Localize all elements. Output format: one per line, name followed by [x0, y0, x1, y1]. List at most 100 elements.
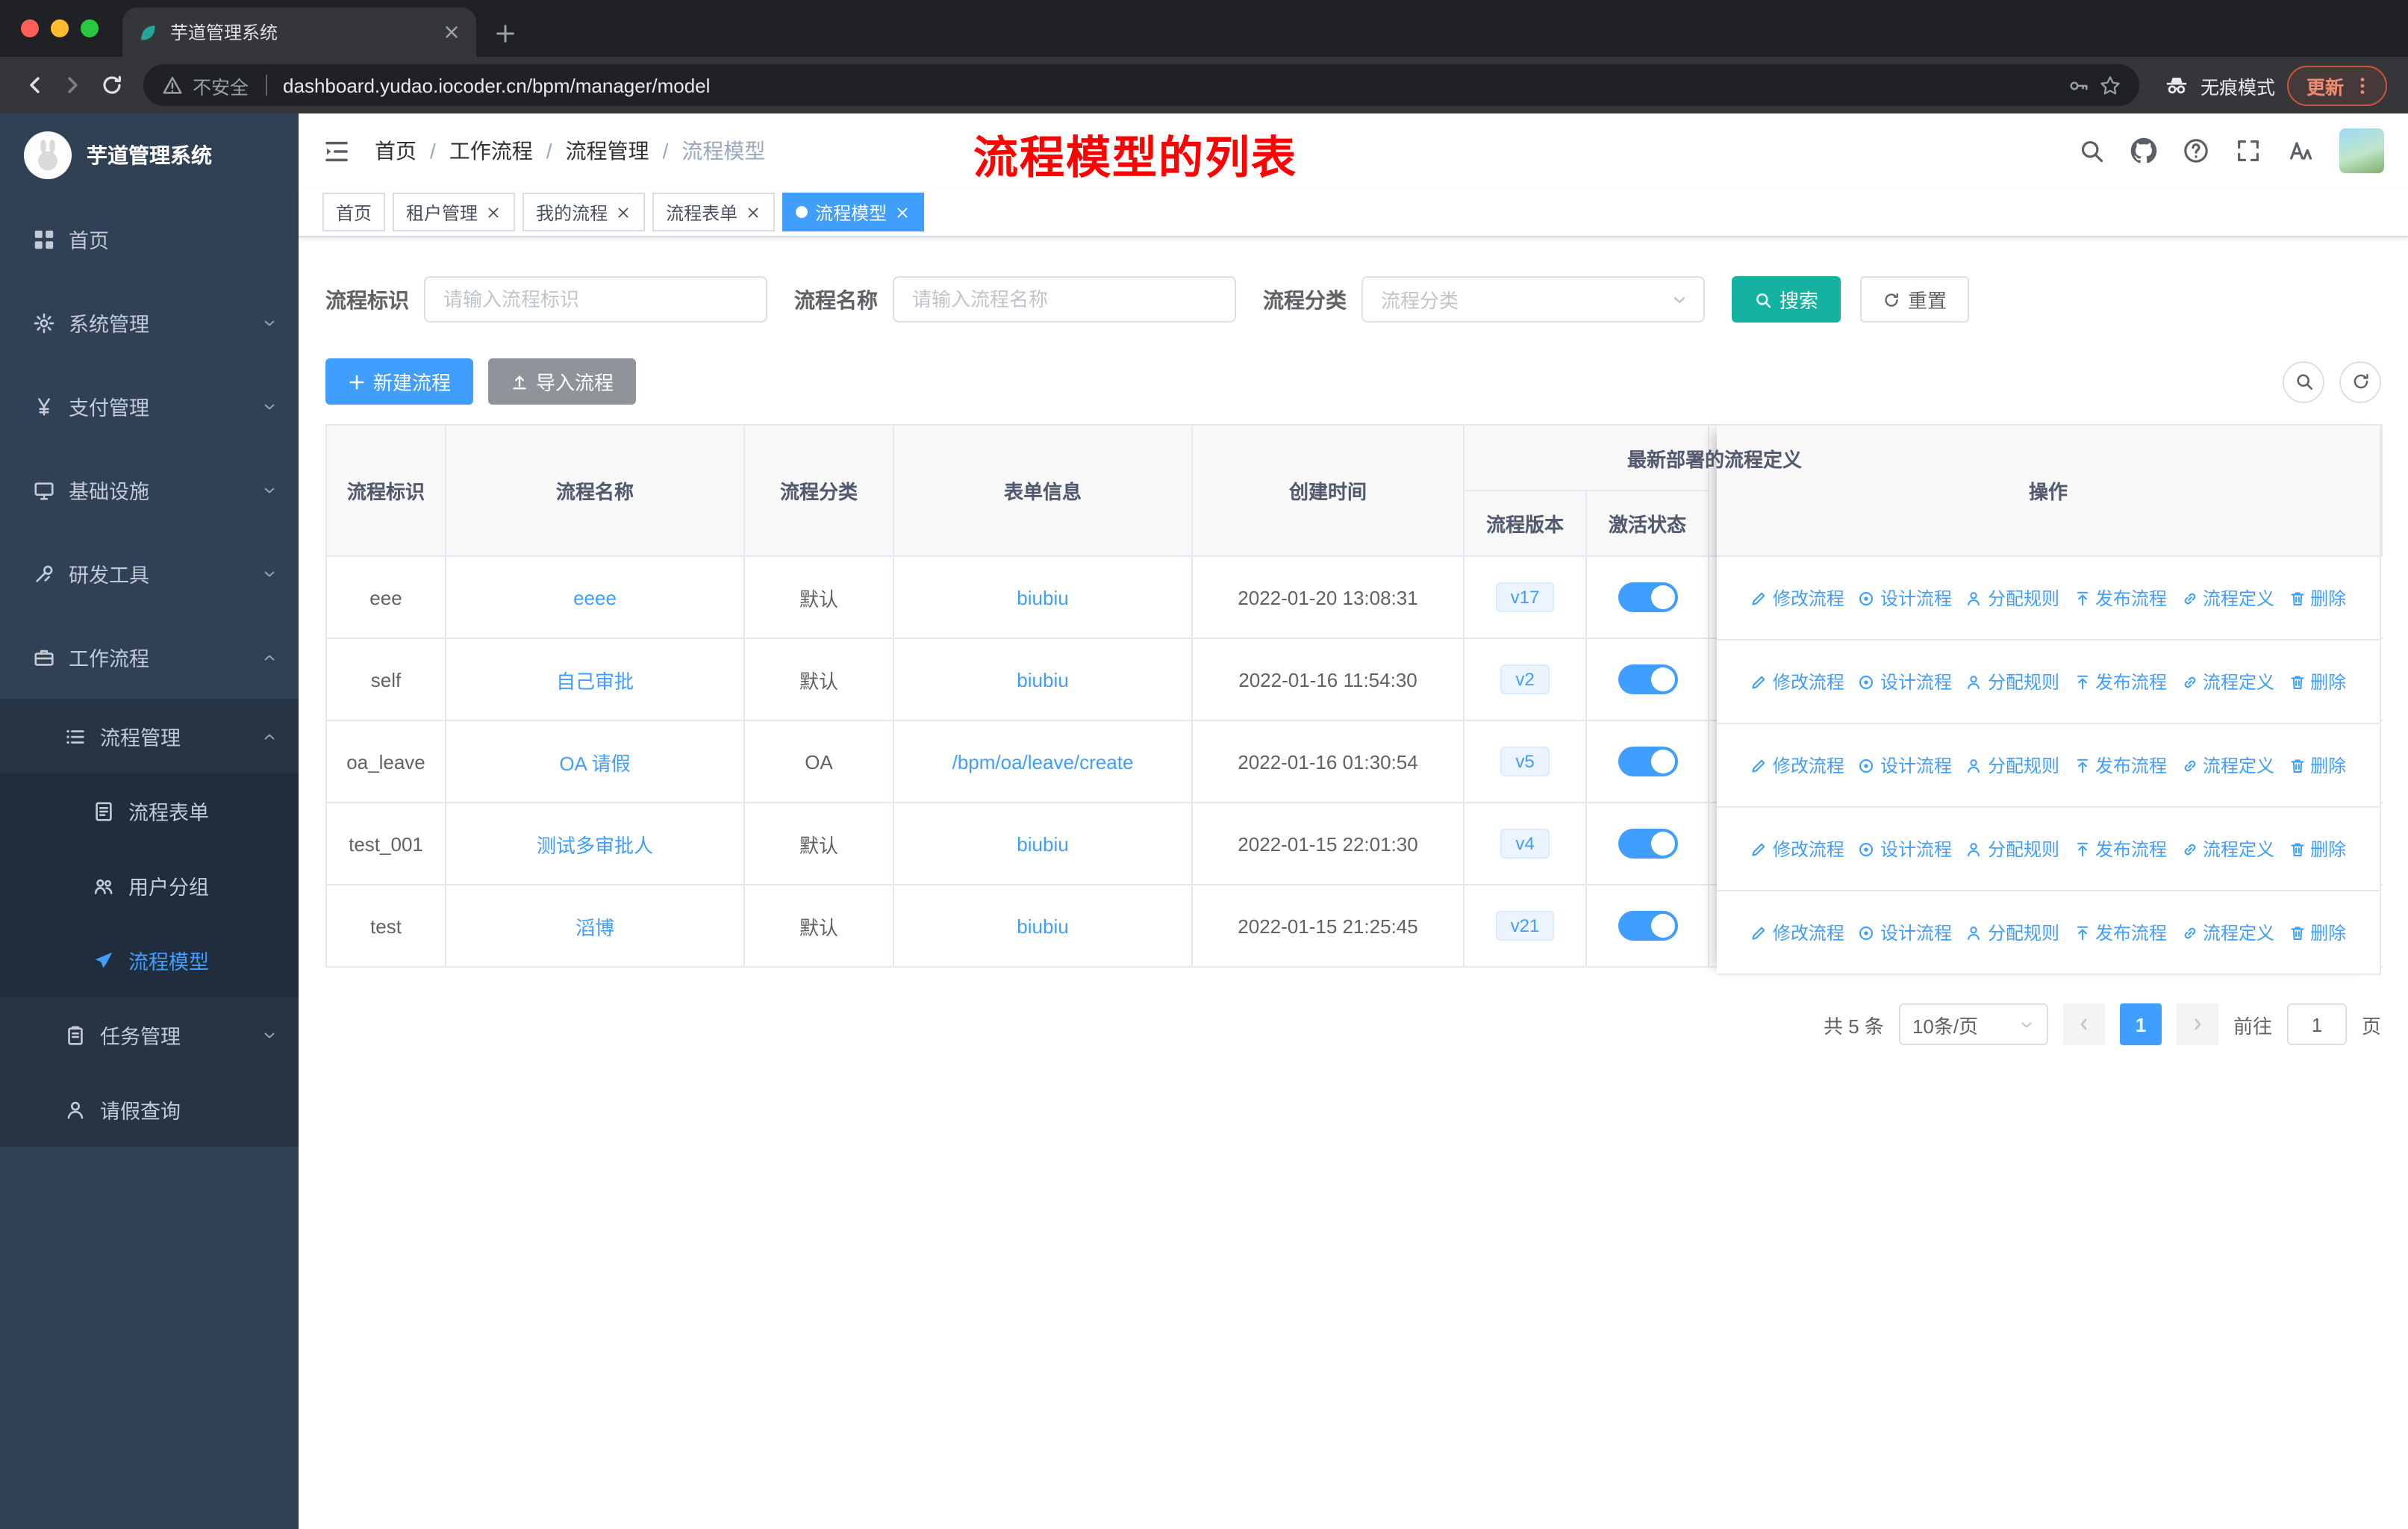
sidebar-item-workflow[interactable]: 工作流程 — [0, 615, 299, 699]
action-delete[interactable]: 删除 — [2288, 669, 2346, 694]
key-icon[interactable] — [2068, 74, 2090, 96]
menu-dots-icon[interactable] — [2351, 74, 2374, 96]
sidebar-fold-icon[interactable] — [322, 137, 351, 165]
prev-page-button[interactable] — [2062, 1003, 2105, 1045]
action-publish[interactable]: 发布流程 — [2073, 836, 2167, 862]
search-icon[interactable] — [2078, 137, 2105, 164]
form-info-link[interactable]: biubiu — [1017, 832, 1068, 855]
sidebar-item-process-manage[interactable]: 流程管理 — [0, 699, 299, 773]
action-definition[interactable]: 流程定义 — [2180, 836, 2274, 862]
toggle-search-button[interactable] — [2283, 361, 2324, 402]
current-page-button[interactable]: 1 — [2119, 1003, 2162, 1045]
process-name-link[interactable]: OA 请假 — [559, 752, 630, 774]
action-delete[interactable]: 删除 — [2288, 585, 2346, 611]
sidebar-item-payment[interactable]: 支付管理 — [0, 364, 299, 448]
sidebar-item-user-group[interactable]: 用户分组 — [0, 848, 299, 923]
sidebar-item-infrastructure[interactable]: 基础设施 — [0, 448, 299, 532]
action-definition[interactable]: 流程定义 — [2180, 669, 2274, 694]
tag-tenant-manage[interactable]: 租户管理 — [393, 193, 516, 231]
action-modify[interactable]: 修改流程 — [1750, 836, 1844, 862]
window-close-button[interactable] — [21, 19, 39, 37]
close-icon[interactable] — [615, 204, 631, 220]
active-status-switch[interactable] — [1618, 747, 1677, 776]
active-status-switch[interactable] — [1618, 582, 1677, 612]
breadcrumb-item[interactable]: 工作流程 — [449, 136, 533, 166]
process-name-link[interactable]: eeee — [573, 586, 617, 608]
process-name-input[interactable] — [893, 276, 1236, 323]
page-size-select[interactable]: 10条/页 — [1898, 1003, 2048, 1045]
action-definition[interactable]: 流程定义 — [2180, 753, 2274, 778]
action-assign-rule[interactable]: 分配规则 — [1965, 753, 2059, 778]
next-page-button[interactable] — [2176, 1003, 2218, 1045]
action-modify[interactable]: 修改流程 — [1750, 585, 1844, 611]
question-icon[interactable] — [2183, 137, 2209, 164]
tag-process-model[interactable]: 流程模型 — [782, 193, 925, 231]
form-info-link[interactable]: biubiu — [1017, 668, 1068, 691]
action-publish[interactable]: 发布流程 — [2073, 920, 2167, 945]
breadcrumb-item[interactable]: 流程管理 — [566, 136, 649, 166]
fullscreen-icon[interactable] — [2235, 137, 2262, 164]
action-delete[interactable]: 删除 — [2288, 836, 2346, 862]
forward-icon[interactable] — [54, 66, 93, 105]
create-process-button[interactable]: 新建流程 — [325, 358, 474, 405]
tag-my-process[interactable]: 我的流程 — [523, 193, 646, 231]
process-name-link[interactable]: 自己审批 — [556, 670, 634, 692]
active-status-switch[interactable] — [1618, 911, 1677, 941]
action-publish[interactable]: 发布流程 — [2073, 753, 2167, 778]
sidebar-item-devtools[interactable]: 研发工具 — [0, 532, 299, 615]
close-icon[interactable] — [485, 204, 502, 220]
action-design[interactable]: 设计流程 — [1858, 753, 1952, 778]
action-assign-rule[interactable]: 分配规则 — [1965, 836, 2059, 862]
search-button[interactable]: 搜索 — [1732, 276, 1841, 323]
bookmark-star-icon[interactable] — [2099, 74, 2121, 96]
action-delete[interactable]: 删除 — [2288, 920, 2346, 945]
sidebar-logo[interactable]: 芋道管理系统 — [0, 113, 299, 197]
action-delete[interactable]: 删除 — [2288, 753, 2346, 778]
back-icon[interactable] — [15, 66, 54, 105]
active-status-switch[interactable] — [1618, 829, 1677, 859]
sidebar-item-task-manage[interactable]: 任务管理 — [0, 997, 299, 1072]
import-process-button[interactable]: 导入流程 — [488, 358, 637, 405]
action-publish[interactable]: 发布流程 — [2073, 585, 2167, 611]
refresh-table-button[interactable] — [2339, 361, 2381, 402]
sidebar-item-home[interactable]: 首页 — [0, 197, 299, 281]
action-definition[interactable]: 流程定义 — [2180, 920, 2274, 945]
action-assign-rule[interactable]: 分配规则 — [1965, 920, 2059, 945]
sidebar-item-process-model[interactable]: 流程模型 — [0, 923, 299, 997]
active-status-switch[interactable] — [1618, 664, 1677, 694]
sidebar-item-process-form[interactable]: 流程表单 — [0, 773, 299, 848]
font-size-icon[interactable] — [2287, 137, 2314, 164]
action-assign-rule[interactable]: 分配规则 — [1965, 585, 2059, 611]
github-icon[interactable] — [2130, 137, 2157, 164]
form-info-link[interactable]: biubiu — [1017, 586, 1068, 608]
process-name-link[interactable]: 滔博 — [576, 916, 614, 938]
process-key-input[interactable] — [424, 276, 767, 323]
breadcrumb-item[interactable]: 首页 — [375, 136, 417, 166]
action-design[interactable]: 设计流程 — [1858, 585, 1952, 611]
sidebar-item-system[interactable]: 系统管理 — [0, 281, 299, 364]
tag-home[interactable]: 首页 — [322, 193, 386, 231]
category-select[interactable]: 流程分类 — [1361, 276, 1705, 323]
process-name-link[interactable]: 测试多审批人 — [537, 834, 653, 856]
user-avatar[interactable] — [2339, 128, 2384, 173]
tag-process-form[interactable]: 流程表单 — [652, 193, 776, 231]
new-tab-button[interactable] — [494, 22, 517, 45]
action-design[interactable]: 设计流程 — [1858, 836, 1952, 862]
action-publish[interactable]: 发布流程 — [2073, 669, 2167, 694]
action-assign-rule[interactable]: 分配规则 — [1965, 669, 2059, 694]
action-modify[interactable]: 修改流程 — [1750, 669, 1844, 694]
goto-page-input[interactable] — [2286, 1003, 2347, 1045]
form-info-link[interactable]: /bpm/oa/leave/create — [952, 750, 1134, 773]
window-minimize-button[interactable] — [51, 19, 69, 37]
update-button[interactable]: 更新 — [2286, 65, 2387, 105]
reset-button[interactable]: 重置 — [1860, 276, 1970, 323]
window-zoom-button[interactable] — [81, 19, 99, 37]
form-info-link[interactable]: biubiu — [1017, 915, 1068, 937]
tab-close-icon[interactable] — [442, 22, 461, 42]
address-bar[interactable]: 不安全 dashboard.yudao.iocoder.cn/bpm/manag… — [143, 64, 2139, 106]
action-design[interactable]: 设计流程 — [1858, 669, 1952, 694]
close-icon[interactable] — [894, 204, 911, 220]
reload-icon[interactable] — [93, 66, 131, 105]
close-icon[interactable] — [745, 204, 761, 220]
action-modify[interactable]: 修改流程 — [1750, 920, 1844, 945]
